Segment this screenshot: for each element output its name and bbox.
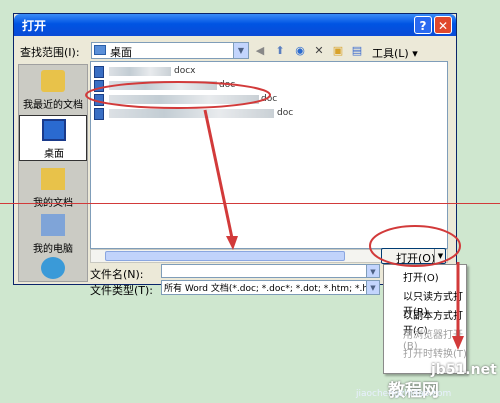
annotation-arrowhead-1: [226, 236, 238, 250]
annotation-ellipse-files: [85, 81, 271, 109]
watermark-site: jb51.net: [431, 362, 497, 378]
annotation-arrowhead-2: [452, 336, 464, 350]
watermark-url: jiaochengzhidao.com: [356, 389, 452, 399]
annotation-ellipse-open: [369, 225, 461, 267]
annotation-arrow-1: [203, 109, 234, 239]
annotation-overlay: [85, 81, 464, 350]
